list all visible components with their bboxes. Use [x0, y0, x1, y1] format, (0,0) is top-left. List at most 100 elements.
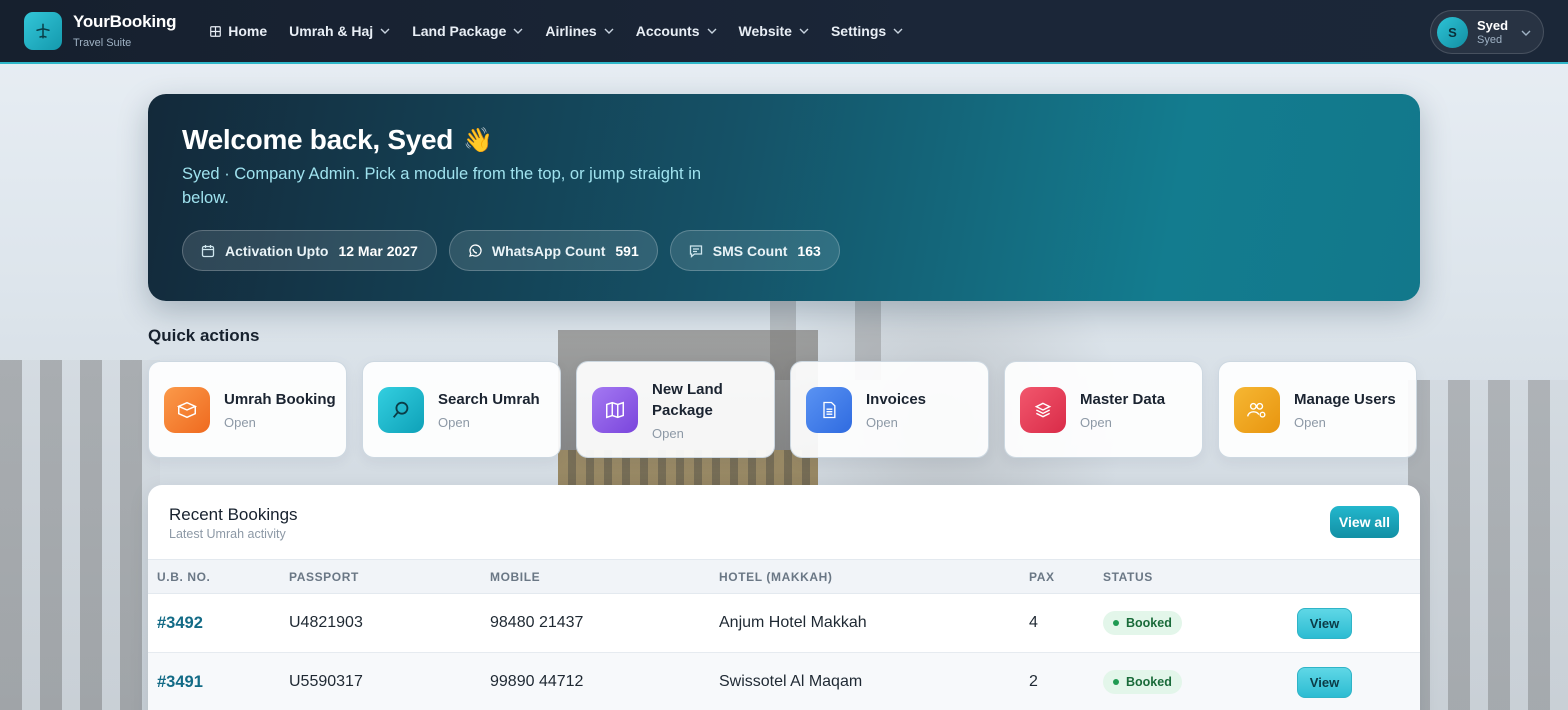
status-label: Booked — [1126, 616, 1172, 630]
nav-website[interactable]: Website — [739, 23, 809, 39]
chevron-down-icon — [513, 28, 523, 34]
search-icon — [378, 386, 424, 433]
avatar: S — [1437, 16, 1468, 48]
calendar-icon — [201, 244, 215, 257]
action-cell: View — [1288, 653, 1420, 710]
nav-umrah-haj[interactable]: Umrah & Haj — [289, 23, 390, 39]
table-header-row: U.B. NO. PASSPORT MOBILE HOTEL (MAKKAH) … — [148, 559, 1420, 594]
chevron-down-icon — [380, 28, 390, 34]
brand[interactable]: YourBooking Travel Suite — [24, 12, 176, 50]
bookings-table: U.B. NO. PASSPORT MOBILE HOTEL (MAKKAH) … — [148, 559, 1420, 710]
quick-action-label: New Land Package — [652, 380, 723, 419]
table-row: #3492 U4821903 98480 21437 Anjum Hotel M… — [148, 594, 1420, 653]
mobile-cell: 98480 21437 — [490, 614, 584, 631]
booking-number[interactable]: #3491 — [148, 653, 280, 710]
column-header[interactable]: MOBILE — [481, 560, 710, 594]
quick-action-invoices[interactable]: Invoices Open — [790, 361, 989, 458]
pill-label: SMS Count — [712, 242, 788, 259]
pill-label: Activation Upto — [225, 242, 329, 259]
main-nav: Home Umrah & Haj Land Package Airlines A… — [210, 23, 925, 39]
view-all-button[interactable]: View all — [1329, 506, 1399, 538]
nav-label: Land Package — [412, 23, 507, 39]
pill-label: WhatsApp Count — [491, 242, 606, 259]
grid-icon — [210, 25, 222, 37]
background-arches-left — [0, 360, 160, 710]
waving-hand-icon: 👋 — [463, 126, 493, 154]
quick-action-sub: Open — [1294, 415, 1326, 430]
recent-bookings-subtitle: Latest Umrah activity — [169, 527, 286, 541]
recent-bookings-title: Recent Bookings — [169, 505, 298, 524]
quick-actions: Umrah Booking Open Search Umrah Open New… — [148, 361, 1417, 458]
view-button[interactable]: View — [1297, 607, 1352, 639]
passport-cell: U4821903 — [289, 614, 363, 631]
table-row: #3491 U5590317 99890 44712 Swissotel Al … — [148, 652, 1420, 710]
quick-action-umrah-booking[interactable]: Umrah Booking Open — [148, 361, 347, 458]
top-navbar: YourBooking Travel Suite Home Umrah & Ha… — [0, 0, 1568, 64]
nav-home[interactable]: Home — [210, 23, 267, 39]
sms-pill: SMS Count 163 — [669, 230, 840, 271]
hero-stats: Activation Upto 12 Mar 2027 WhatsApp Cou… — [182, 230, 1386, 271]
chevron-down-icon — [707, 28, 717, 34]
column-header — [1288, 560, 1420, 594]
plane-icon — [24, 12, 62, 50]
user-menu[interactable]: S Syed Syed — [1430, 10, 1544, 54]
recent-bookings-panel: Recent Bookings Latest Umrah activity Vi… — [148, 485, 1420, 710]
background-arches-right — [1408, 380, 1568, 710]
booking-number[interactable]: #3492 — [148, 594, 280, 653]
quick-action-new-land-package[interactable]: New Land Package Open — [576, 361, 775, 458]
nav-airlines[interactable]: Airlines — [545, 23, 614, 39]
status-badge: Booked — [1103, 670, 1182, 694]
pill-value: 591 — [615, 242, 639, 259]
layers-icon — [1020, 386, 1066, 433]
quick-action-label: Master Data — [1080, 391, 1166, 408]
map-icon — [592, 386, 638, 433]
nav-label: Airlines — [545, 23, 597, 39]
pill-value: 163 — [797, 242, 821, 259]
quick-action-sub: Open — [1080, 415, 1112, 430]
nav-accounts[interactable]: Accounts — [636, 23, 717, 39]
status-dot-icon — [1113, 620, 1119, 626]
view-button[interactable]: View — [1297, 666, 1352, 698]
pax-cell: 4 — [1029, 614, 1038, 631]
quick-action-sub: Open — [652, 425, 684, 441]
quick-action-label: Umrah Booking — [224, 391, 336, 408]
quick-actions-title: Quick actions — [148, 326, 260, 345]
quick-action-sub: Open — [438, 415, 470, 430]
chevron-down-icon — [799, 28, 809, 34]
nav-land-package[interactable]: Land Package — [412, 23, 523, 39]
status-dot-icon — [1113, 679, 1119, 685]
whatsapp-pill: WhatsApp Count 591 — [448, 230, 658, 271]
pill-value: 12 Mar 2027 — [338, 242, 418, 259]
column-header[interactable]: PAX — [1020, 560, 1094, 594]
message-icon — [689, 244, 702, 258]
quick-action-label: Search Umrah — [438, 391, 540, 408]
action-cell: View — [1288, 594, 1420, 653]
pax-cell: 2 — [1029, 673, 1038, 690]
hero-subtitle: Syed · Company Admin. Pick a module from… — [182, 165, 702, 207]
column-header[interactable]: U.B. NO. — [148, 560, 280, 594]
nav-label: Website — [738, 23, 792, 39]
status-cell: Booked — [1094, 653, 1288, 710]
user-role: Syed — [1477, 33, 1503, 46]
whatsapp-icon — [468, 243, 482, 257]
nav-label: Settings — [830, 23, 887, 39]
quick-action-search-umrah[interactable]: Search Umrah Open — [362, 361, 561, 458]
hotel-cell: Swissotel Al Maqam — [719, 673, 863, 690]
status-cell: Booked — [1094, 594, 1288, 653]
quick-action-label: Manage Users — [1294, 391, 1396, 408]
nav-label: Home — [228, 23, 268, 39]
document-icon — [806, 386, 852, 433]
nav-label: Accounts — [635, 23, 700, 39]
column-header[interactable]: HOTEL (MAKKAH) — [710, 560, 1020, 594]
quick-action-master-data[interactable]: Master Data Open — [1004, 361, 1203, 458]
nav-settings[interactable]: Settings — [831, 23, 903, 39]
mobile-cell: 99890 44712 — [490, 673, 584, 690]
box-icon — [164, 386, 210, 433]
quick-action-manage-users[interactable]: Manage Users Open — [1218, 361, 1417, 458]
users-gear-icon — [1234, 386, 1280, 433]
column-header[interactable]: STATUS — [1094, 560, 1288, 594]
hero-title-row: Welcome back, Syed 👋 — [182, 124, 1386, 156]
column-header[interactable]: PASSPORT — [280, 560, 481, 594]
status-badge: Booked — [1103, 611, 1182, 635]
passport-cell: U5590317 — [289, 673, 363, 690]
